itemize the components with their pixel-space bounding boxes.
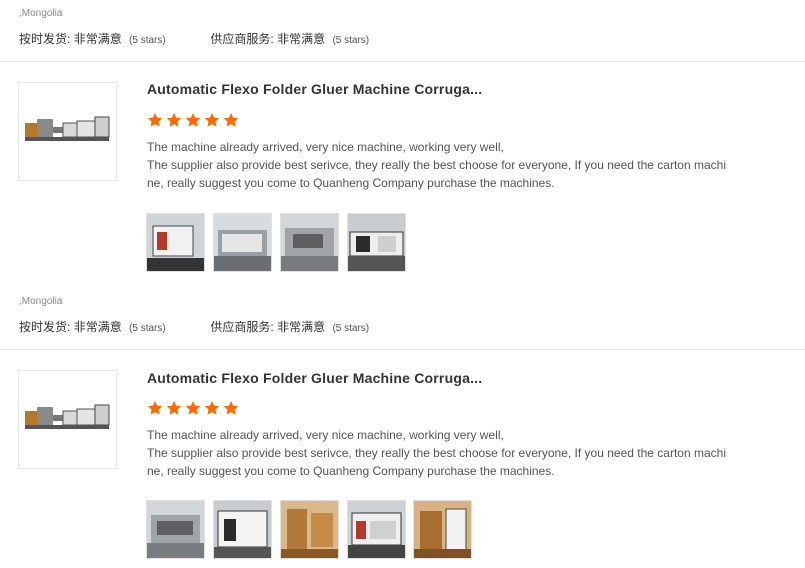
star-icon	[204, 112, 220, 128]
review-photo[interactable]	[347, 500, 406, 559]
reviewer-country: ,Mongolia	[19, 296, 63, 307]
review-photo[interactable]	[213, 213, 272, 272]
review-line: The supplier also provide best serivce, …	[147, 158, 726, 172]
product-thumbnail[interactable]	[18, 370, 117, 469]
supplier-stars-note: (5 stars)	[332, 35, 370, 46]
section-divider	[0, 61, 805, 62]
review-stars	[147, 112, 242, 128]
ship-stars-note: (5 stars)	[129, 323, 166, 334]
ship-label: 按时发货:	[19, 32, 71, 46]
supplier-stars-note: (5 stars)	[332, 323, 370, 334]
review-text: The machine already arrived, very nice m…	[147, 138, 802, 192]
review-text: The machine already arrived, very nice m…	[147, 426, 802, 480]
ship-stars-note: (5 stars)	[129, 35, 166, 46]
product-title-link[interactable]: Automatic Flexo Folder Gluer Machine Cor…	[147, 370, 482, 386]
star-icon	[166, 400, 182, 416]
star-icon	[147, 112, 163, 128]
review-photo[interactable]	[146, 213, 205, 272]
review-photo[interactable]	[413, 500, 472, 559]
star-icon	[204, 400, 220, 416]
product-title-link[interactable]: Automatic Flexo Folder Gluer Machine Cor…	[147, 81, 482, 97]
review-line: ne, really suggest you come to Quanheng …	[147, 464, 555, 478]
star-icon	[223, 112, 239, 128]
review-photo[interactable]	[280, 213, 339, 272]
review-line: The supplier also provide best serivce, …	[147, 446, 726, 460]
star-icon	[223, 400, 239, 416]
star-icon	[185, 112, 201, 128]
ship-value: 非常满意	[73, 32, 122, 46]
supplier-value: 非常满意	[277, 32, 326, 46]
star-icon	[147, 400, 163, 416]
star-icon	[185, 400, 201, 416]
rating-summary: 按时发货: 非常满意 (5 stars) 供应商服务: 非常满意 (5 star…	[19, 318, 369, 335]
ship-value: 非常满意	[73, 320, 122, 334]
review-photo[interactable]	[213, 500, 272, 559]
product-thumbnail[interactable]	[18, 82, 117, 181]
reviewer-country: ,Mongolia	[19, 8, 63, 19]
section-divider	[0, 349, 805, 350]
review-line: ne, really suggest you come to Quanheng …	[147, 176, 555, 190]
supplier-value: 非常满意	[277, 320, 326, 334]
supplier-label: 供应商服务:	[210, 32, 274, 46]
star-icon	[166, 112, 182, 128]
supplier-label: 供应商服务:	[210, 320, 274, 334]
review-stars	[147, 400, 242, 416]
review-line: The machine already arrived, very nice m…	[147, 428, 504, 442]
review-photo[interactable]	[280, 500, 339, 559]
review-photo[interactable]	[347, 213, 406, 272]
review-line: The machine already arrived, very nice m…	[147, 140, 504, 154]
review-photo[interactable]	[146, 500, 205, 559]
ship-label: 按时发货:	[19, 320, 71, 334]
rating-summary: 按时发货: 非常满意 (5 stars) 供应商服务: 非常满意 (5 star…	[19, 30, 369, 47]
machine-image	[25, 404, 110, 429]
machine-image	[25, 116, 110, 141]
